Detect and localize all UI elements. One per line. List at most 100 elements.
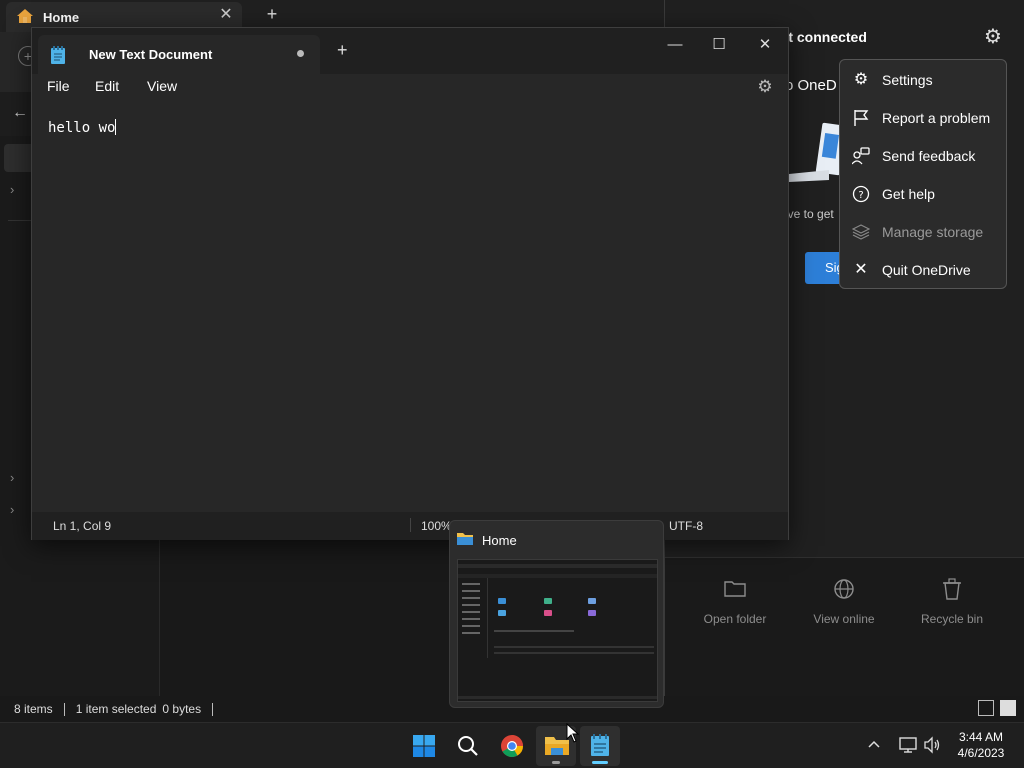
encoding: UTF-8 xyxy=(669,519,703,533)
menu-item-manage-storage: Manage storage xyxy=(840,213,1006,251)
menu-item-label: Report a problem xyxy=(882,110,991,126)
thumbnail-image xyxy=(457,559,658,702)
notepad-tab[interactable]: New Text Document xyxy=(38,35,320,74)
start-button[interactable] xyxy=(404,726,444,766)
preview-line xyxy=(494,630,574,632)
minimize-button[interactable]: — xyxy=(655,32,695,58)
preview-sidebar xyxy=(460,578,488,658)
active-indicator xyxy=(592,761,608,764)
gear-icon: ⚙ xyxy=(853,71,869,88)
feedback-icon xyxy=(851,147,870,165)
explorer-tab-label: Home xyxy=(43,9,80,25)
notepad-titlebar: New Text Document + — ☐ ✕ xyxy=(32,28,788,74)
unsaved-dot-icon[interactable] xyxy=(297,50,304,57)
notepad-new-tab-button[interactable]: + xyxy=(337,40,348,61)
notepad-status-bar: Ln 1, Col 9 100% UTF-8 xyxy=(32,512,788,540)
search-button[interactable] xyxy=(448,726,488,766)
menu-item-label: Manage storage xyxy=(882,224,984,240)
notepad-window: New Text Document + — ☐ ✕ File Edit View… xyxy=(31,27,789,540)
volume-icon[interactable] xyxy=(923,736,941,757)
menu-item-send-feedback[interactable]: Send feedback xyxy=(840,137,1006,175)
open-folder-label: Open folder xyxy=(703,612,767,626)
mouse-pointer-icon xyxy=(566,722,580,746)
gear-icon[interactable]: ⚙ xyxy=(982,26,1004,48)
home-icon xyxy=(16,8,34,27)
svg-text:?: ? xyxy=(858,190,863,201)
preview-line xyxy=(494,646,654,648)
status-divider xyxy=(410,518,411,532)
menu-item-report-problem[interactable]: Report a problem xyxy=(840,99,1006,137)
menu-file[interactable]: File xyxy=(47,78,70,94)
text-caret xyxy=(115,119,117,135)
close-icon: ✕ xyxy=(854,261,868,278)
taskbar: 3:44 AM 4/6/2023 xyxy=(0,722,1024,768)
maximize-button[interactable]: ☐ xyxy=(699,32,739,58)
back-arrow-icon[interactable]: ← xyxy=(12,104,28,122)
network-icon[interactable] xyxy=(899,736,917,757)
editor-text: hello wo xyxy=(48,120,116,136)
chevron-right-icon[interactable]: › xyxy=(10,502,14,517)
view-online-button[interactable]: View online xyxy=(794,578,894,626)
flag-icon xyxy=(852,109,870,127)
folder-icon xyxy=(456,531,474,550)
text-editor[interactable]: hello wo xyxy=(32,100,788,510)
details-view-icon[interactable] xyxy=(978,700,994,716)
onedrive-status-title: 't connected xyxy=(785,29,867,45)
preview-folder xyxy=(498,610,506,616)
clock-date: 4/6/2023 xyxy=(957,746,1005,760)
explorer-thumbnail-preview[interactable]: Home xyxy=(449,520,664,708)
status-divider xyxy=(63,702,65,716)
folder-icon xyxy=(723,578,747,602)
preview-bar xyxy=(458,564,657,568)
menu-item-label: Get help xyxy=(882,186,935,202)
menu-view[interactable]: View xyxy=(147,78,177,94)
notepad-menubar: File Edit View ⚙ xyxy=(32,74,788,100)
close-icon[interactable]: ✕ xyxy=(218,7,234,23)
chrome-taskbar-button[interactable] xyxy=(492,726,532,766)
menu-item-get-help[interactable]: ? Get help xyxy=(840,175,1006,213)
explorer-new-tab-button[interactable]: + xyxy=(262,4,282,26)
close-button[interactable]: ✕ xyxy=(745,32,785,58)
onedrive-welcome-text: o OneD xyxy=(785,77,837,94)
open-folder-button[interactable]: Open folder xyxy=(685,578,785,626)
preview-bar xyxy=(458,696,657,699)
item-count: 8 items xyxy=(14,702,53,716)
notepad-taskbar-button[interactable] xyxy=(580,726,620,766)
thumbnail-title: Home xyxy=(482,533,517,548)
search-icon xyxy=(457,735,479,760)
recycle-bin-button[interactable]: Recycle bin xyxy=(902,578,1002,626)
globe-icon xyxy=(832,578,856,602)
system-clock[interactable]: 3:44 AM 4/6/2023 xyxy=(946,729,1016,761)
menu-edit[interactable]: Edit xyxy=(95,78,119,94)
editor-content[interactable]: hello wo xyxy=(48,119,117,136)
recycle-bin-label: Recycle bin xyxy=(920,612,984,626)
preview-folder xyxy=(544,610,552,616)
storage-icon xyxy=(851,223,871,241)
tiles-view-icon[interactable] xyxy=(1000,700,1016,716)
menu-item-label: Settings xyxy=(882,72,933,88)
onedrive-actions: Open folder View online Recycle bin xyxy=(665,557,1024,696)
running-indicator xyxy=(552,761,560,764)
preview-folder xyxy=(498,598,506,604)
notepad-icon xyxy=(590,733,610,760)
menu-item-quit-onedrive[interactable]: ✕ Quit OneDrive xyxy=(840,251,1006,289)
chevron-right-icon[interactable]: › xyxy=(10,470,14,485)
preview-folder xyxy=(544,598,552,604)
recycle-bin-icon xyxy=(940,578,964,602)
cursor-position: Ln 1, Col 9 xyxy=(53,519,112,533)
gear-icon[interactable]: ⚙ xyxy=(755,77,775,97)
chevron-up-icon[interactable] xyxy=(868,737,880,751)
selection-count: 1 item selected xyxy=(75,702,157,716)
selection-size: 0 bytes xyxy=(162,702,202,716)
chevron-right-icon[interactable]: › xyxy=(10,182,14,197)
notepad-tab-title: New Text Document xyxy=(89,47,213,62)
windows-logo-icon xyxy=(412,734,436,761)
onedrive-settings-menu: ⚙ Settings Report a problem Send feedbac… xyxy=(839,59,1007,289)
menu-item-label: Quit OneDrive xyxy=(882,262,971,278)
help-icon: ? xyxy=(852,185,870,203)
preview-folder xyxy=(588,610,596,616)
menu-item-settings[interactable]: ⚙ Settings xyxy=(840,61,1006,99)
preview-folder xyxy=(588,598,596,604)
onedrive-subtitle: ive to get xyxy=(785,207,834,221)
preview-line xyxy=(494,652,654,654)
